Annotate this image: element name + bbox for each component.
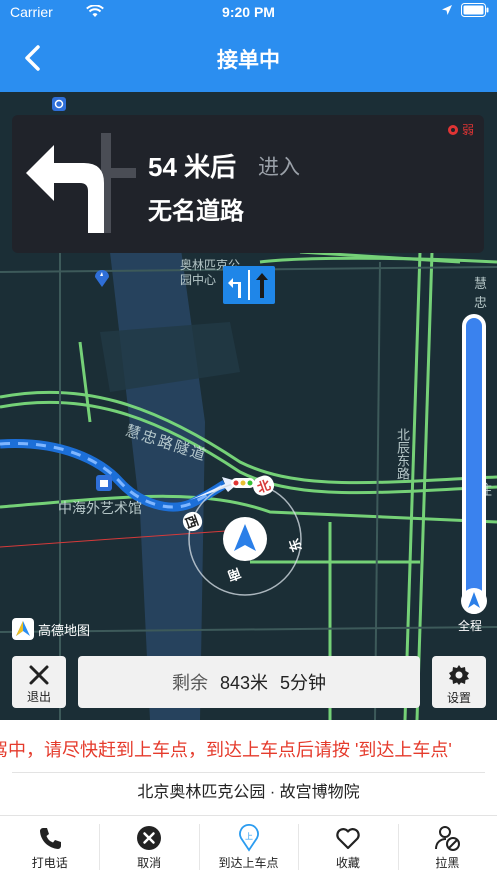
block-user-label: 拉黑 (435, 856, 460, 870)
divider (12, 772, 485, 773)
car-location-icon (223, 517, 267, 561)
arrive-pickup-button[interactable]: 上 到达上车点 (198, 816, 298, 878)
exit-label: 退出 (26, 690, 51, 704)
status-time: 9:20 PM (222, 4, 275, 20)
next-road-name: 无名道路 (148, 198, 244, 225)
overview-locator-icon[interactable] (460, 587, 488, 615)
pickup-notice-marquee: 接驾中，请尽快赶到上车点，到达上车点后请按 '到达上车点' (0, 720, 497, 772)
call-label: 打电话 (31, 856, 68, 870)
lane-left-icon (228, 278, 241, 298)
wifi-icon (86, 5, 104, 17)
cancel-label: 取消 (137, 856, 162, 870)
phone-icon (39, 828, 61, 849)
battery-icon (461, 3, 489, 17)
remaining-label: 剩余 (171, 673, 208, 693)
settings-label: 设置 (446, 691, 471, 705)
svg-text:上: 上 (245, 832, 253, 841)
route-summary: 北京奥林匹克公园 · 故宫博物院 (137, 784, 360, 801)
lane-straight-icon (256, 273, 268, 298)
status-bar: Carrier 9:20 PM (0, 0, 497, 24)
block-user-button[interactable]: 拉黑 (397, 816, 497, 878)
favorite-label: 收藏 (335, 856, 360, 870)
overview-label[interactable]: 全程 (458, 617, 482, 634)
arrive-pickup-label: 到达上车点 (218, 856, 279, 870)
location-arrow-icon (442, 5, 452, 15)
nav-bar: 接单中 (0, 24, 497, 92)
pickup-notice-text: 接驾中，请尽快赶到上车点，到达上车点后请按 '到达上车点' (0, 740, 452, 760)
remaining-time: 5分钟 (280, 673, 327, 693)
gps-signal-status: 弱 (447, 121, 474, 138)
gaode-logo: 高德地图 (12, 618, 90, 640)
route-overview-bar[interactable] (462, 314, 486, 614)
gaode-logo-text: 高德地图 (38, 622, 91, 638)
turn-distance: 54 米后 (148, 152, 237, 182)
exit-navigation-button[interactable]: 退出 (12, 656, 66, 708)
gaode-logo-icon (12, 618, 34, 640)
call-button[interactable]: 打电话 (0, 816, 99, 878)
status-icons (441, 3, 489, 17)
cancel-order-button[interactable]: 取消 (99, 816, 198, 878)
page-title: 接单中 (217, 49, 280, 72)
map-label-beichen: 北辰东路 (395, 428, 410, 480)
gear-icon (449, 665, 469, 685)
settings-button[interactable]: 设置 (432, 656, 486, 708)
satellite-icon (447, 124, 458, 135)
poi-icon (95, 270, 109, 287)
map-label-huizhong-right: 慧忠 (474, 276, 488, 310)
turn-guide-panel: 54 米后 进入 无名道路 弱 (12, 115, 484, 253)
turn-enter-label: 进入 (258, 156, 300, 179)
gps-signal-text: 弱 (461, 123, 474, 137)
refresh-poi-icon (52, 97, 66, 111)
heart-icon (336, 828, 360, 850)
block-user-icon (435, 826, 461, 851)
turn-left-arrow-icon (26, 133, 136, 233)
pickup-pin-icon: 上 (238, 824, 259, 852)
remaining-distance: 843米 (219, 673, 269, 693)
route-progress-fill (466, 318, 482, 610)
lane-guidance (223, 266, 275, 304)
cancel-icon (137, 826, 162, 850)
action-bar: 打电话 取消 上 到达上车点 收藏 拉黑 (0, 816, 497, 878)
close-icon (29, 665, 49, 685)
remaining-info: 剩余 843米 5分钟 (78, 656, 420, 708)
building-poi-icon (96, 475, 112, 491)
favorite-button[interactable]: 收藏 (298, 816, 397, 878)
map-label-zhonghai: 中海外艺术馆 (58, 500, 142, 516)
